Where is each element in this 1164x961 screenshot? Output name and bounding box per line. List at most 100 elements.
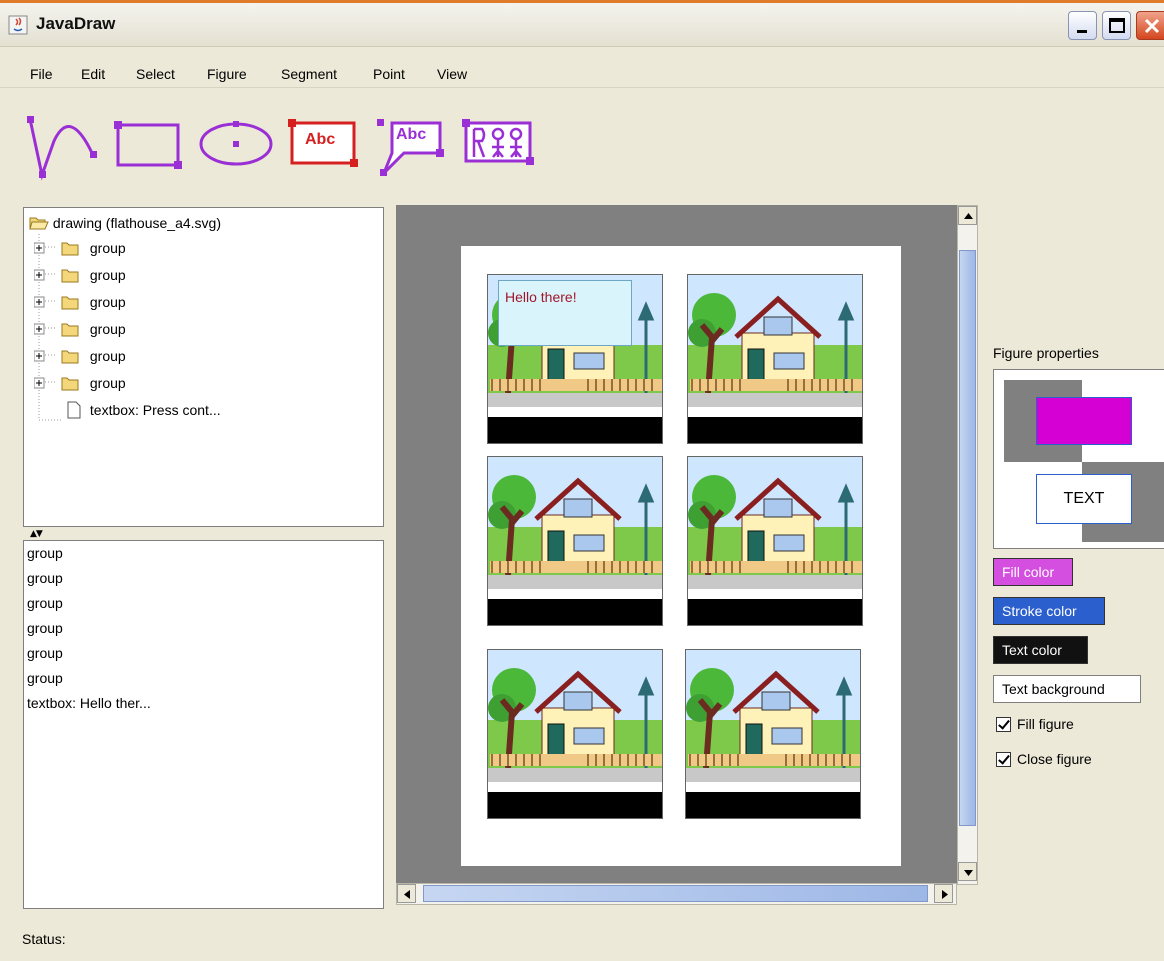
tree-item[interactable]: group <box>33 375 126 395</box>
tree-item-label: group <box>89 240 126 256</box>
list-item[interactable]: textbox: Hello ther... <box>27 695 151 711</box>
split-arrows-icon[interactable]: ▲▼ <box>30 529 43 539</box>
house-icon <box>688 275 862 443</box>
checkbox-checked-icon <box>996 717 1011 732</box>
menu-point[interactable]: Point <box>373 66 405 82</box>
selection-list[interactable]: group group group group group group text… <box>23 540 384 909</box>
list-item[interactable]: group <box>27 570 63 586</box>
status-bar: Status: <box>22 931 66 947</box>
properties-preview: TEXT <box>993 369 1164 549</box>
house-figure[interactable] <box>487 456 663 626</box>
house-figure[interactable] <box>685 649 861 819</box>
expand-folder-icon <box>33 350 79 364</box>
house-figure[interactable] <box>687 274 863 444</box>
checkbox-checked-icon <box>996 752 1011 767</box>
arrow-right-icon <box>942 890 948 899</box>
arrow-up-icon <box>964 213 973 219</box>
canvas-textbox-text: Hello there! <box>505 289 577 305</box>
expand-folder-icon <box>33 242 79 256</box>
tree-item-label: group <box>89 375 126 391</box>
list-item[interactable]: group <box>27 620 63 636</box>
text-background-button[interactable]: Text background <box>993 675 1141 703</box>
maximize-icon <box>1109 18 1125 33</box>
horizontal-scroll-thumb[interactable] <box>423 885 928 902</box>
expand-folder-icon <box>33 269 79 283</box>
scroll-left-button[interactable] <box>397 884 416 903</box>
scroll-right-button[interactable] <box>934 884 953 903</box>
list-item[interactable]: group <box>27 670 63 686</box>
fill-figure-label: Fill figure <box>1017 716 1074 732</box>
tree-item[interactable]: group <box>33 240 126 260</box>
document-icon <box>67 401 81 419</box>
callout-tool-label: Abc <box>396 126 427 143</box>
tree-item[interactable]: group <box>33 294 126 314</box>
preview-text: TEXT <box>1036 474 1132 524</box>
minimize-icon <box>1077 30 1087 33</box>
preview-fill-swatch <box>1036 397 1132 445</box>
menu-bar: File Edit Select Figure Segment Point Vi… <box>0 48 1164 88</box>
scroll-up-button[interactable] <box>958 206 977 225</box>
arrow-down-icon <box>964 870 973 876</box>
menu-select[interactable]: Select <box>136 66 175 82</box>
page: Hello there! <box>461 246 901 866</box>
minimize-button[interactable] <box>1068 11 1097 40</box>
house-icon <box>488 457 662 625</box>
horizontal-scrollbar[interactable] <box>396 883 957 905</box>
open-folder-icon <box>29 217 49 230</box>
close-figure-checkbox[interactable]: Close figure <box>996 751 1092 767</box>
drawing-tree[interactable]: drawing (flathouse_a4.svg) group group g… <box>23 207 384 527</box>
house-figure[interactable] <box>487 649 663 819</box>
vertical-scrollbar[interactable] <box>957 205 978 885</box>
close-figure-label: Close figure <box>1017 751 1092 767</box>
menu-segment[interactable]: Segment <box>281 66 337 82</box>
house-figure[interactable] <box>687 456 863 626</box>
tree-item[interactable]: group <box>33 321 126 341</box>
tree-item[interactable]: group <box>33 348 126 368</box>
textbox-tool-icon[interactable]: Abc <box>286 117 360 171</box>
list-item[interactable]: group <box>27 595 63 611</box>
tree-item[interactable]: group <box>33 267 126 287</box>
fill-color-button[interactable]: Fill color <box>993 558 1073 586</box>
drawing-canvas[interactable]: Hello there! <box>396 205 957 883</box>
list-item[interactable]: group <box>27 545 63 561</box>
tree-item-label: group <box>89 267 126 283</box>
title-bar: JavaDraw <box>0 3 1164 47</box>
curve-tool-icon[interactable] <box>22 111 102 181</box>
app-window: JavaDraw File Edit Select Figure Segment… <box>0 0 1164 961</box>
tree-leaf-label: textbox: Press cont... <box>89 402 221 418</box>
image-tool-icon[interactable] <box>460 117 538 169</box>
menu-edit[interactable]: Edit <box>81 66 105 82</box>
tree-leaf[interactable]: textbox: Press cont... <box>62 401 221 421</box>
menu-figure[interactable]: Figure <box>207 66 247 82</box>
tree-item-label: group <box>89 348 126 364</box>
tree-item-label: group <box>89 294 126 310</box>
tree-root[interactable]: drawing (flathouse_a4.svg) <box>29 215 221 235</box>
close-icon <box>1144 18 1160 34</box>
canvas-textbox[interactable]: Hello there! <box>498 280 632 346</box>
vertical-scroll-thumb[interactable] <box>959 250 976 826</box>
text-color-button[interactable]: Text color <box>993 636 1088 664</box>
house-icon <box>686 650 860 818</box>
tree-root-label: drawing (flathouse_a4.svg) <box>52 215 221 231</box>
menu-file[interactable]: File <box>30 66 53 82</box>
expand-folder-icon <box>33 296 79 310</box>
list-item[interactable]: group <box>27 645 63 661</box>
textbox-tool-label: Abc <box>305 131 336 148</box>
fill-figure-checkbox[interactable]: Fill figure <box>996 716 1074 732</box>
window-title: JavaDraw <box>36 14 116 33</box>
tool-bar: Abc Abc <box>0 89 1164 199</box>
ellipse-tool-icon[interactable] <box>198 111 278 176</box>
house-icon <box>688 457 862 625</box>
rectangle-tool-icon[interactable] <box>112 111 187 176</box>
house-icon <box>488 650 662 818</box>
java-app-icon <box>8 15 28 35</box>
maximize-button[interactable] <box>1102 11 1131 40</box>
tree-item-label: group <box>89 321 126 337</box>
stroke-color-button[interactable]: Stroke color <box>993 597 1105 625</box>
figure-properties-label: Figure properties <box>993 345 1099 361</box>
menu-view[interactable]: View <box>437 66 467 82</box>
arrow-left-icon <box>404 890 410 899</box>
callout-tool-icon[interactable]: Abc <box>374 117 454 179</box>
close-button[interactable] <box>1136 11 1164 40</box>
scroll-down-button[interactable] <box>958 862 977 881</box>
